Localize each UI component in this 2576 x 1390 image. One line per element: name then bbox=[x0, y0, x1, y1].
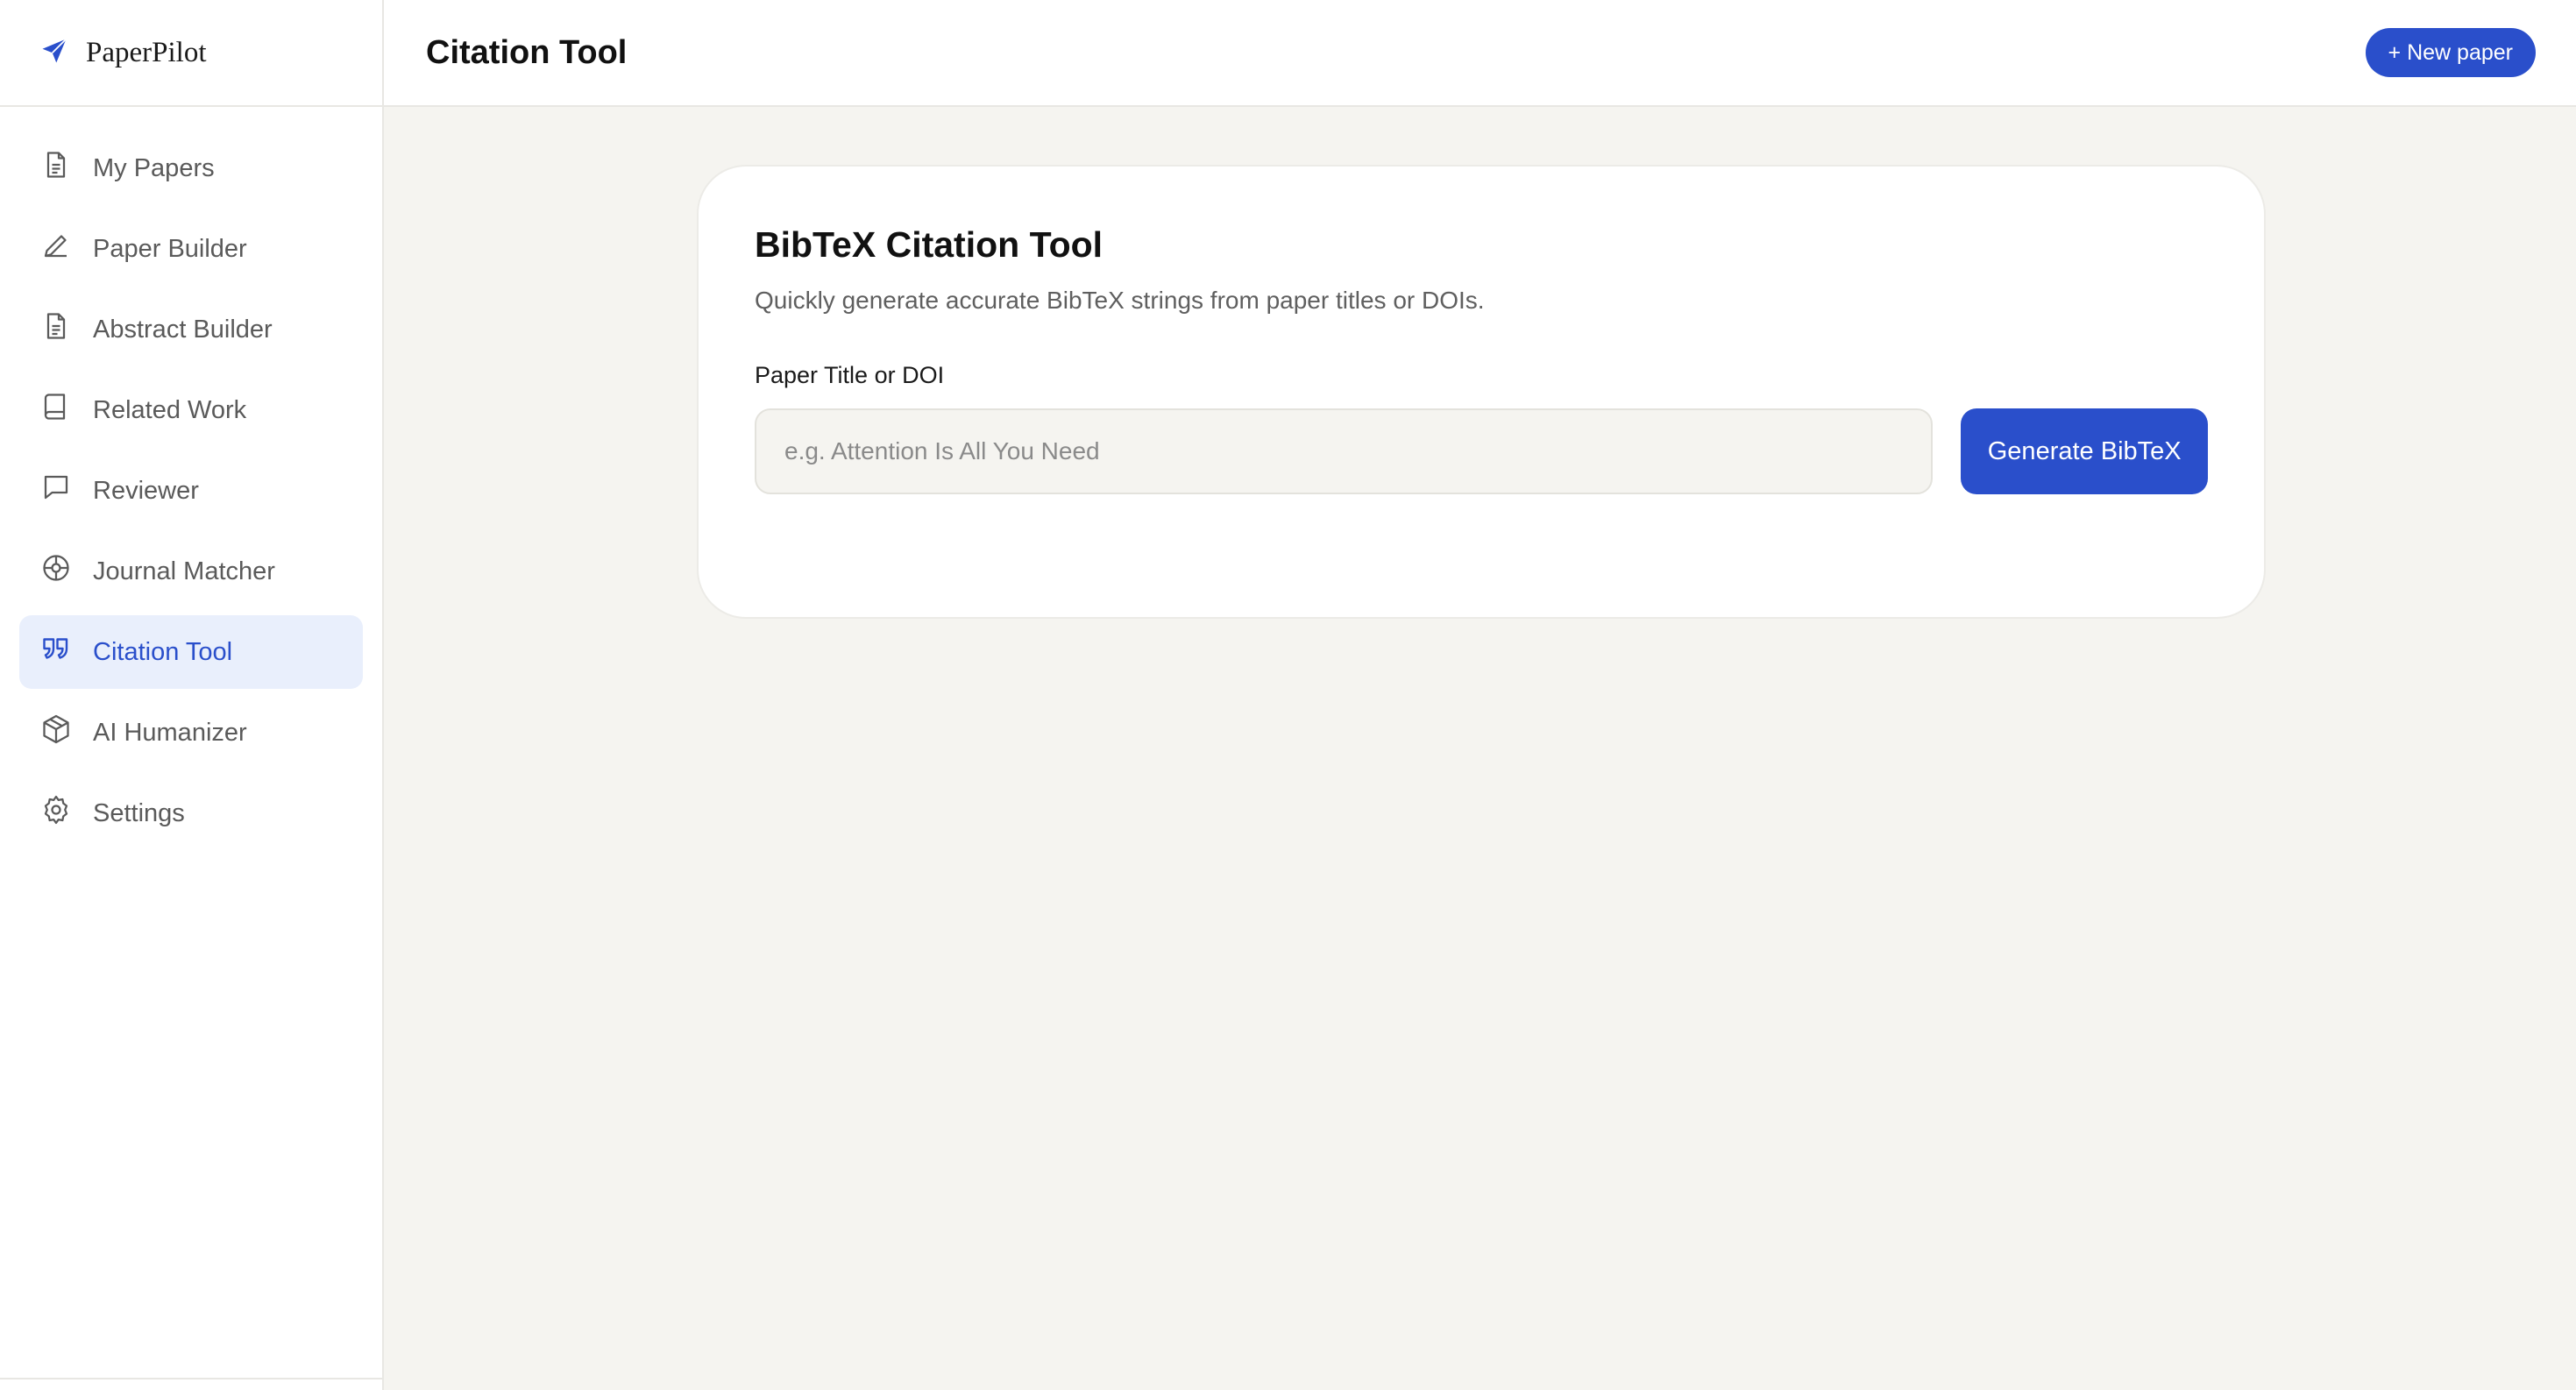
sidebar-item-ai-humanizer[interactable]: AI Humanizer bbox=[19, 696, 363, 769]
gear-icon bbox=[40, 794, 72, 833]
sidebar-item-settings[interactable]: Settings bbox=[19, 777, 363, 850]
title-or-doi-input[interactable] bbox=[755, 408, 1934, 494]
sidebar-item-my-papers[interactable]: My Papers bbox=[19, 131, 363, 205]
brand-name: PaperPilot bbox=[86, 36, 207, 68]
sidebar-item-label: My Papers bbox=[93, 153, 215, 182]
quote-icon bbox=[40, 633, 72, 671]
sidebar-item-citation-tool[interactable]: Citation Tool bbox=[19, 615, 363, 689]
top-header: Citation Tool + New paper bbox=[384, 0, 2576, 107]
brand[interactable]: PaperPilot bbox=[0, 0, 382, 107]
sidebar-item-label: Related Work bbox=[93, 395, 247, 424]
sidebar: PaperPilot My Papers Paper Builder Abstr… bbox=[0, 0, 384, 1390]
document-icon bbox=[40, 310, 72, 349]
pencil-icon bbox=[40, 230, 72, 268]
sidebar-item-label: Journal Matcher bbox=[93, 557, 275, 585]
sidebar-item-label: AI Humanizer bbox=[93, 718, 247, 747]
sidebar-item-label: Citation Tool bbox=[93, 637, 233, 666]
target-icon bbox=[40, 552, 72, 591]
sidebar-item-label: Paper Builder bbox=[93, 234, 247, 263]
sidebar-item-reviewer[interactable]: Reviewer bbox=[19, 454, 363, 528]
sidebar-footer bbox=[0, 1378, 382, 1390]
chat-bubble-icon bbox=[40, 472, 72, 510]
sidebar-item-label: Settings bbox=[93, 798, 185, 827]
sidebar-item-journal-matcher[interactable]: Journal Matcher bbox=[19, 535, 363, 608]
new-paper-button[interactable]: + New paper bbox=[2365, 28, 2536, 77]
sidebar-item-label: Reviewer bbox=[93, 476, 199, 505]
generate-bibtex-button[interactable]: Generate BibTeX bbox=[1961, 408, 2208, 494]
app-root: PaperPilot My Papers Paper Builder Abstr… bbox=[0, 0, 2576, 1390]
document-icon bbox=[40, 149, 72, 188]
book-icon bbox=[40, 391, 72, 429]
paper-plane-icon bbox=[39, 35, 70, 71]
cube-icon bbox=[40, 713, 72, 752]
card-description: Quickly generate accurate BibTeX strings… bbox=[755, 287, 1485, 314]
field-label: Paper Title or DOI bbox=[755, 362, 945, 388]
sidebar-item-related-work[interactable]: Related Work bbox=[19, 373, 363, 447]
sidebar-item-label: Abstract Builder bbox=[93, 315, 273, 344]
sidebar-item-abstract-builder[interactable]: Abstract Builder bbox=[19, 293, 363, 366]
sidebar-item-paper-builder[interactable]: Paper Builder bbox=[19, 212, 363, 286]
sidebar-nav: My Papers Paper Builder Abstract Builder… bbox=[0, 107, 382, 850]
card-title: BibTeX Citation Tool bbox=[755, 224, 1103, 265]
field-row: Generate BibTeX bbox=[755, 408, 2208, 494]
page-title: Citation Tool bbox=[426, 33, 628, 71]
citation-card: BibTeX Citation Tool Quickly generate ac… bbox=[697, 165, 2266, 619]
